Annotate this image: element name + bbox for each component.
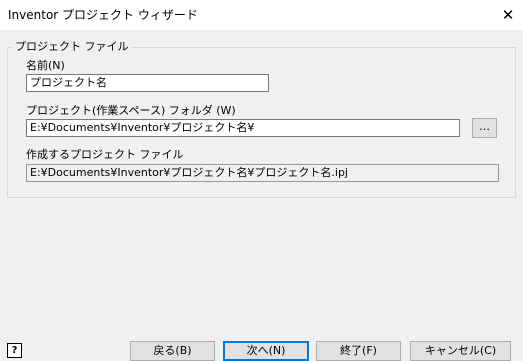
name-label: 名前(N) xyxy=(26,59,65,72)
folder-input[interactable]: E:¥Documents¥Inventor¥プロジェクト名¥ xyxy=(26,119,460,137)
window-title: Inventor プロジェクト ウィザード xyxy=(8,8,198,22)
name-input[interactable]: プロジェクト名 xyxy=(26,74,269,92)
group-legend: プロジェクト ファイル xyxy=(12,40,132,54)
browse-button[interactable]: … xyxy=(472,118,497,138)
cancel-button[interactable]: キャンセル(C) xyxy=(410,341,511,361)
next-button[interactable]: 次へ(N) xyxy=(223,341,309,361)
back-button[interactable]: 戻る(B) xyxy=(130,341,215,361)
finish-button[interactable]: 終了(F) xyxy=(316,341,401,361)
title-bar: Inventor プロジェクト ウィザード ✕ xyxy=(0,0,523,30)
folder-label: プロジェクト(作業スペース) フォルダ (W) xyxy=(26,104,236,117)
project-file-label: 作成するプロジェクト ファイル xyxy=(26,148,184,161)
project-file-path-field: E:¥Documents¥Inventor¥プロジェクト名¥プロジェクト名.ip… xyxy=(26,164,499,182)
help-icon[interactable]: ? xyxy=(7,343,22,358)
close-icon[interactable]: ✕ xyxy=(493,0,523,30)
